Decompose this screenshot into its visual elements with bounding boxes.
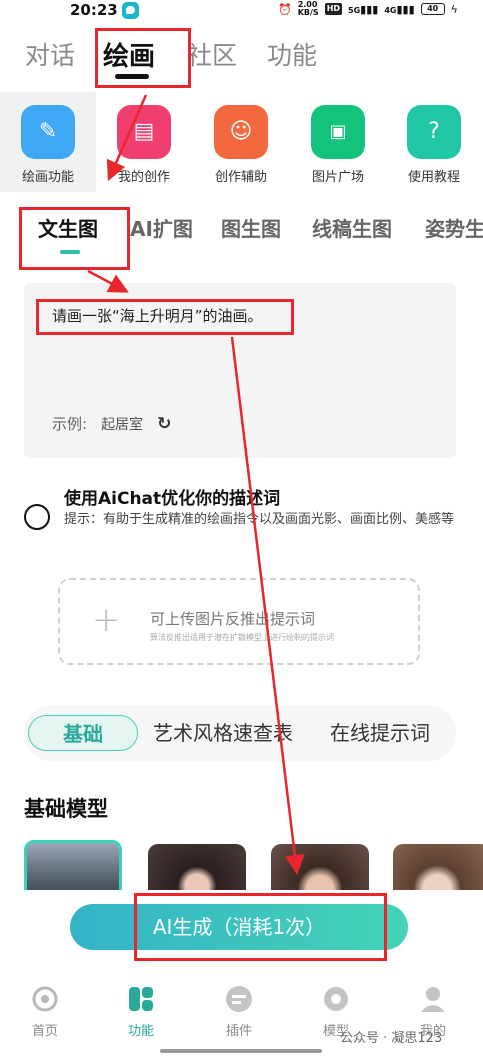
tab-community[interactable]: 社区: [187, 36, 237, 72]
refresh-icon[interactable]: ↻: [157, 414, 171, 434]
nav-label: 插件: [225, 1024, 252, 1039]
model-card[interactable]: [271, 844, 369, 890]
prompt-text: 请画一张“海上升明月”的油画。: [52, 307, 263, 325]
model-card[interactable]: [24, 840, 122, 890]
feature-label: 创作辅助: [214, 170, 267, 185]
feature-row: ✎ 绘画功能 ▤ 我的创作 ☺ 创作辅助 ▣ 图片广场 ? 使用教程: [0, 92, 483, 192]
optimize-tip: 提示：有助于生成精准的绘画指令以及画面光影、画面比例、美感等: [64, 512, 455, 527]
home-indicator[interactable]: [160, 1049, 322, 1053]
question-icon: ?: [407, 105, 461, 159]
picture-char-icon: ▣: [311, 105, 365, 159]
example-row: 示例: 起居室 ↻: [52, 413, 171, 434]
active-tab-underline: [115, 74, 149, 79]
feature-label: 图片广场: [311, 170, 364, 185]
active-subtab-underline: [60, 250, 80, 254]
users-icon: ☺: [214, 105, 268, 159]
function-icon: [129, 987, 153, 1011]
tab-art-style-table[interactable]: 艺术风格速查表: [153, 715, 293, 751]
prompt-category-tabs: 基础 艺术风格速查表 在线提示词: [24, 705, 456, 761]
hd-icon: HD: [324, 3, 343, 15]
nav-functions[interactable]: 功能: [106, 984, 176, 1039]
tab-sketch-to-image[interactable]: 线稿生图: [312, 213, 392, 242]
model-list: [24, 840, 483, 890]
feature-my-creations[interactable]: ▤ 我的创作: [96, 92, 192, 192]
plugin-icon: [226, 986, 252, 1012]
home-icon: [32, 986, 58, 1012]
tab-ai-outpaint[interactable]: AI扩图: [130, 213, 193, 242]
optimize-radio[interactable]: [24, 504, 50, 530]
top-tabs: 对话 绘画 社区 功能: [0, 30, 483, 90]
tab-online-prompts[interactable]: 在线提示词: [330, 715, 430, 751]
example-chip[interactable]: 起居室: [101, 414, 143, 434]
signal-icon-2: 4G▮▮▮: [384, 2, 415, 16]
nav-label: 首页: [31, 1024, 58, 1039]
battery-icon: 40: [420, 3, 445, 15]
nav-plugins[interactable]: 插件: [204, 984, 274, 1039]
profile-icon: [421, 987, 445, 1012]
feature-label: 绘画功能: [21, 170, 74, 185]
upload-sub-text: 算法反推出适用于潜在扩散模型上进行绘制的提示词: [150, 633, 334, 642]
nav-home[interactable]: 首页: [10, 984, 80, 1039]
alarm-icon: ⏰: [278, 2, 292, 16]
book-icon: ▤: [117, 105, 171, 159]
ai-generate-button[interactable]: AI生成（消耗1次）: [70, 904, 408, 950]
status-time: 20:23: [70, 1, 118, 19]
section-title-base-models: 基础模型: [24, 797, 108, 821]
feature-label: 使用教程: [407, 170, 460, 185]
prompt-textarea[interactable]: 请画一张“海上升明月”的油画。 示例: 起居室 ↻: [24, 283, 456, 458]
tab-basic[interactable]: 基础: [28, 715, 138, 751]
app-notification-icon: [122, 2, 139, 19]
upload-main-text: 可上传图片反推出提示词: [150, 610, 316, 628]
feature-drawing[interactable]: ✎ 绘画功能: [0, 92, 96, 192]
optimize-title: 使用AiChat优化你的描述词: [64, 489, 281, 509]
network-speed: 2.00 KB/S: [297, 0, 319, 17]
tab-drawing[interactable]: 绘画: [103, 36, 155, 73]
feature-creation-assist[interactable]: ☺ 创作辅助: [193, 92, 289, 192]
feature-tutorial[interactable]: ? 使用教程: [386, 92, 482, 192]
upload-image-area[interactable]: + 可上传图片反推出提示词 算法反推出适用于潜在扩散模型上进行绘制的提示词: [58, 578, 420, 665]
status-icons: ⏰ 2.00 KB/S HD 5G▮▮▮ 4G▮▮▮ 40 ϟ: [278, 1, 458, 17]
watermark: 公众号 · 凝思123: [340, 1031, 443, 1046]
nav-label: 功能: [127, 1024, 154, 1039]
plus-icon: +: [92, 600, 121, 640]
tab-image-to-image[interactable]: 图生图: [221, 213, 281, 242]
optimize-option: 使用AiChat优化你的描述词 提示：有助于生成精准的绘画指令以及画面光影、画面…: [24, 484, 464, 554]
feature-label: 我的创作: [117, 170, 170, 185]
tab-text-to-image[interactable]: 文生图: [38, 213, 98, 242]
feature-image-plaza[interactable]: ▣ 图片广场: [290, 92, 386, 192]
model-icon: [324, 987, 348, 1011]
signal-icon-1: 5G▮▮▮: [348, 2, 379, 16]
tab-functions[interactable]: 功能: [267, 36, 317, 72]
tab-chat[interactable]: 对话: [25, 36, 75, 72]
charging-icon: ϟ: [450, 2, 458, 16]
pencil-icon: ✎: [21, 105, 75, 159]
drawing-mode-tabs: 文生图 AI扩图 图生图 线稿生图 姿势生: [0, 205, 483, 265]
model-card[interactable]: [148, 844, 246, 890]
tab-pose-to-image[interactable]: 姿势生: [425, 213, 483, 242]
status-bar: 20:23 ⏰ 2.00 KB/S HD 5G▮▮▮ 4G▮▮▮ 40 ϟ: [0, 0, 483, 22]
example-label: 示例:: [52, 415, 88, 433]
model-card[interactable]: [393, 844, 483, 890]
